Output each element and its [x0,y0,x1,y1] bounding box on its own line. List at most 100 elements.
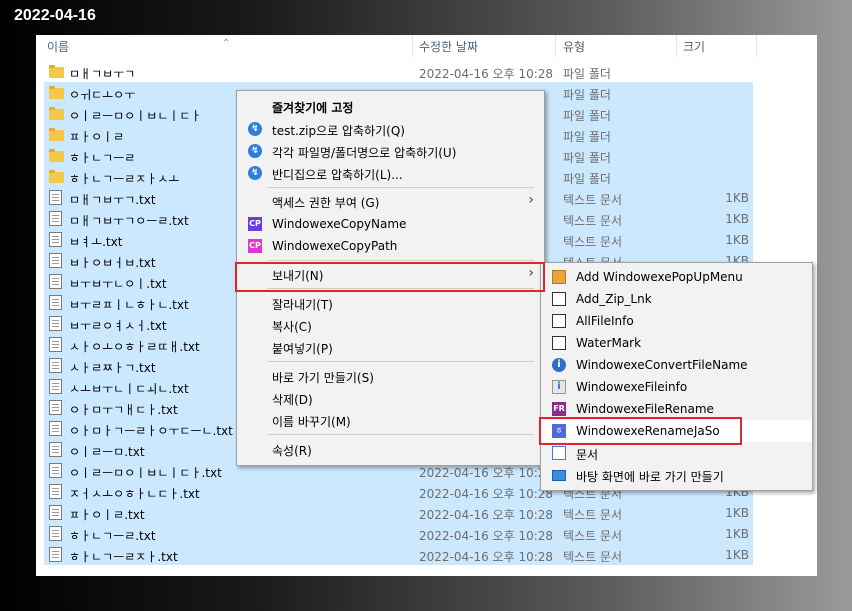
column-header: 이름 ⌃ 수정한 날짜 유형 크기 [36,35,817,57]
file-name: ㅍㅏㅇㅣㄹ.txt [69,508,145,522]
column-name[interactable]: 이름 [47,38,69,55]
sendto-item-add-popup-menu[interactable]: Add WindowexePopUpMenu [541,266,812,288]
menu-item-zip-bandizip[interactable]: ↯ 반디집으로 압축하기(L)... [237,162,544,184]
info-icon: i [552,358,566,372]
info-icon: i [552,380,566,394]
menu-item-pin-favorites[interactable]: 즐겨찾기에 고정 [237,95,544,117]
file-row[interactable]: ㅁㅐㄱㅂㅜㄱ 2022-04-16 오후 10:28 파일 폴더 [44,61,753,82]
file-size: 1KB [725,506,749,520]
highlight-send-to [235,262,545,292]
file-size: 1KB [725,212,749,226]
file-name: ㅎㅏㄴㄱㅡㄹㅈㅏ.txt [69,550,178,564]
folder-icon [49,65,64,78]
folder-icon [49,86,64,99]
page-icon [552,314,566,328]
file-name: ㅎㅏㄴㄱㅡㄹㅈㅏㅅㅗ [69,172,180,186]
file-size: 1KB [725,191,749,205]
file-name: ㅇㅏㅁㅜㄱㅐㄷㅏ.txt [69,403,178,417]
folder-icon [49,128,64,141]
column-date[interactable]: 수정한 날짜 [419,38,478,55]
menu-item-copy-name[interactable]: CP WindowexeCopyName [237,213,544,235]
file-type: 텍스트 문서 [563,529,623,543]
menu-item-paste[interactable]: 붙여넣기(P) [237,336,544,358]
add-menu-icon [552,270,566,284]
file-name: ㅎㅏㄴㄱㅡㄹ.txt [69,529,156,543]
menu-item-grant-access[interactable]: 액세스 권한 부여 (G) › [237,190,544,212]
file-name: ㅅㅏㄹㅉㅏㄱ.txt [69,361,156,375]
text-file-icon [49,484,62,499]
file-name: ㅇㅣㄹㅡㅁ.txt [69,445,145,459]
file-type: 텍스트 문서 [563,214,623,228]
menu-item-zip-each[interactable]: ↯ 각각 파일명/폴더명으로 압축하기(U) [237,140,544,162]
sendto-item-documents[interactable]: 문서 [541,442,812,464]
file-date: 2022-04-16 오후 10:28 [419,466,554,480]
text-file-icon [49,442,62,457]
sendto-item-add-zip-lnk[interactable]: Add_Zip_Lnk [541,288,812,310]
menu-item-create-shortcut[interactable]: 바로 가기 만들기(S) [237,365,544,387]
bandizip-icon: ↯ [248,144,262,158]
file-name: ㅁㅐㄱㅂㅜㄱㅇㅡㄹ.txt [69,214,189,228]
file-name: ㅈㅓㅅㅗㅇㅎㅏㄴㄷㅏ.txt [69,487,200,501]
text-file-icon [49,358,62,373]
menu-item-properties[interactable]: 속성(R) [237,438,544,460]
text-file-icon [49,547,62,562]
file-name: ㅇㅟㄷㅗㅇㅜ [69,88,136,102]
file-date: 2022-04-16 오후 10:28 [419,508,554,522]
file-name: ㅂㅜㄹㅇㅕㅅㅓ.txt [69,319,167,333]
sendto-item-convert-filename[interactable]: i WindowexeConvertFileName [541,354,812,376]
text-file-icon [49,295,62,310]
text-file-icon [49,190,62,205]
file-row[interactable]: ㅎㅏㄴㄱㅡㄹㅈㅏ.txt 2022-04-16 오후 10:28 텍스트 문서 1KB [44,544,753,565]
text-file-icon [49,463,62,478]
text-file-icon [49,379,62,394]
cp-icon: CP [248,239,262,253]
file-type: 텍스트 문서 [563,235,623,249]
file-type: 파일 폴더 [563,151,611,165]
file-row[interactable]: ㅍㅏㅇㅣㄹ.txt 2022-04-16 오후 10:28 텍스트 문서 1KB [44,502,753,523]
sendto-item-watermark[interactable]: WaterMark [541,332,812,354]
sort-ascending-icon: ⌃ [222,38,231,49]
file-size: 1KB [725,548,749,562]
page-icon [552,292,566,306]
text-file-icon [49,337,62,352]
file-row[interactable]: ㅎㅏㄴㄱㅡㄹ.txt 2022-04-16 오후 10:28 텍스트 문서 1KB [44,523,753,544]
sendto-item-allfileinfo[interactable]: AllFileInfo [541,310,812,332]
menu-item-rename[interactable]: 이름 바꾸기(M) [237,409,544,431]
file-type: 텍스트 문서 [563,550,623,564]
file-name: ㅇㅣㄹㅡㅁㅇㅣㅂㄴㅣㄷㅏ.txt [69,466,222,480]
file-name: ㅂㅜㄹㅍㅣㄴㅎㅏㄴ.txt [69,298,189,312]
file-type: 파일 폴더 [563,130,611,144]
desktop-icon [552,470,566,481]
highlight-rename-jaso [539,417,742,445]
file-type: 텍스트 문서 [563,508,623,522]
file-name: ㅅㅏㅇㅗㅇㅎㅏㄹㄸㅐ.txt [69,340,200,354]
file-name: ㅂㅏㅇㅂㅓㅂ.txt [69,256,156,270]
file-type: 파일 폴더 [563,172,611,186]
file-type: 파일 폴더 [563,109,611,123]
file-date: 2022-04-16 오후 10:28 [419,67,554,81]
text-file-icon [49,232,62,247]
file-name: ㅁㅐㄱㅂㅜㄱ.txt [69,193,156,207]
documents-icon [552,446,566,460]
sendto-item-fileinfo[interactable]: i WindowexeFileinfo [541,376,812,398]
file-date: 2022-04-16 오후 10:28 [419,529,554,543]
menu-item-delete[interactable]: 삭제(D) [237,387,544,409]
file-size: 1KB [725,527,749,541]
text-file-icon [49,421,62,436]
file-type: 파일 폴더 [563,88,611,102]
file-date: 2022-04-16 오후 10:28 [419,550,554,564]
file-name: ㅅㅗㅂㅜㄴㅣㄷㅚㄴ.txt [69,382,189,396]
menu-item-zip-test[interactable]: ↯ test.zip으로 압축하기(Q) [237,118,544,140]
text-file-icon [49,505,62,520]
folder-icon [49,149,64,162]
column-size[interactable]: 크기 [683,38,705,55]
text-file-icon [49,274,62,289]
menu-item-copy-path[interactable]: CP WindowexeCopyPath [237,235,544,257]
column-type[interactable]: 유형 [563,38,585,55]
text-file-icon [49,400,62,415]
menu-item-copy[interactable]: 복사(C) [237,314,544,336]
file-name: ㅁㅐㄱㅂㅜㄱ [69,67,136,81]
menu-item-cut[interactable]: 잘라내기(T) [237,292,544,314]
sendto-item-desktop-shortcut[interactable]: 바탕 화면에 바로 가기 만들기 [541,464,812,486]
file-date: 2022-04-16 오후 10:28 [419,487,554,501]
